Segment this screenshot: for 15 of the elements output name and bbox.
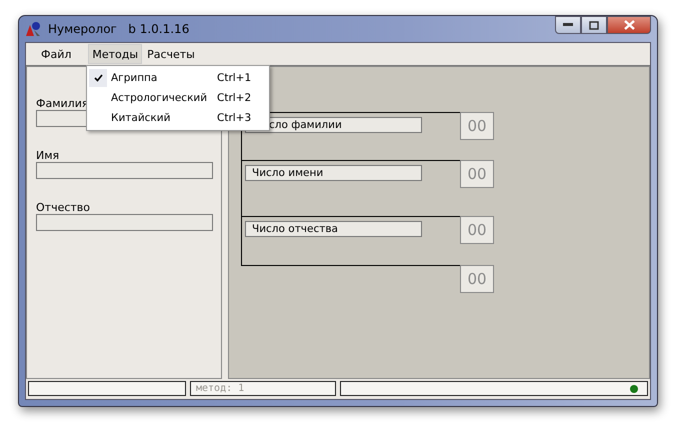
total-value: 00 <box>460 265 494 293</box>
field-label: Имя <box>36 149 60 162</box>
window-title: Нумеролог b 1.0.1.16 <box>48 22 190 36</box>
field-label: Отчество <box>36 201 90 214</box>
option-label: Астрологический <box>111 92 208 104</box>
shortcut-text: Ctrl+1 <box>217 72 252 84</box>
status-panel: метод: 1 <box>190 381 336 396</box>
option-label: Агриппа <box>111 72 158 84</box>
option-label: Китайский <box>111 112 172 124</box>
result-label: Число отчества <box>245 221 422 237</box>
result-value: 00 <box>460 216 494 244</box>
result-label: Число имени <box>245 165 422 181</box>
shortcut-text: Ctrl+2 <box>217 92 252 104</box>
result-value: 00 <box>460 160 494 188</box>
result-value: 00 <box>460 112 494 140</box>
